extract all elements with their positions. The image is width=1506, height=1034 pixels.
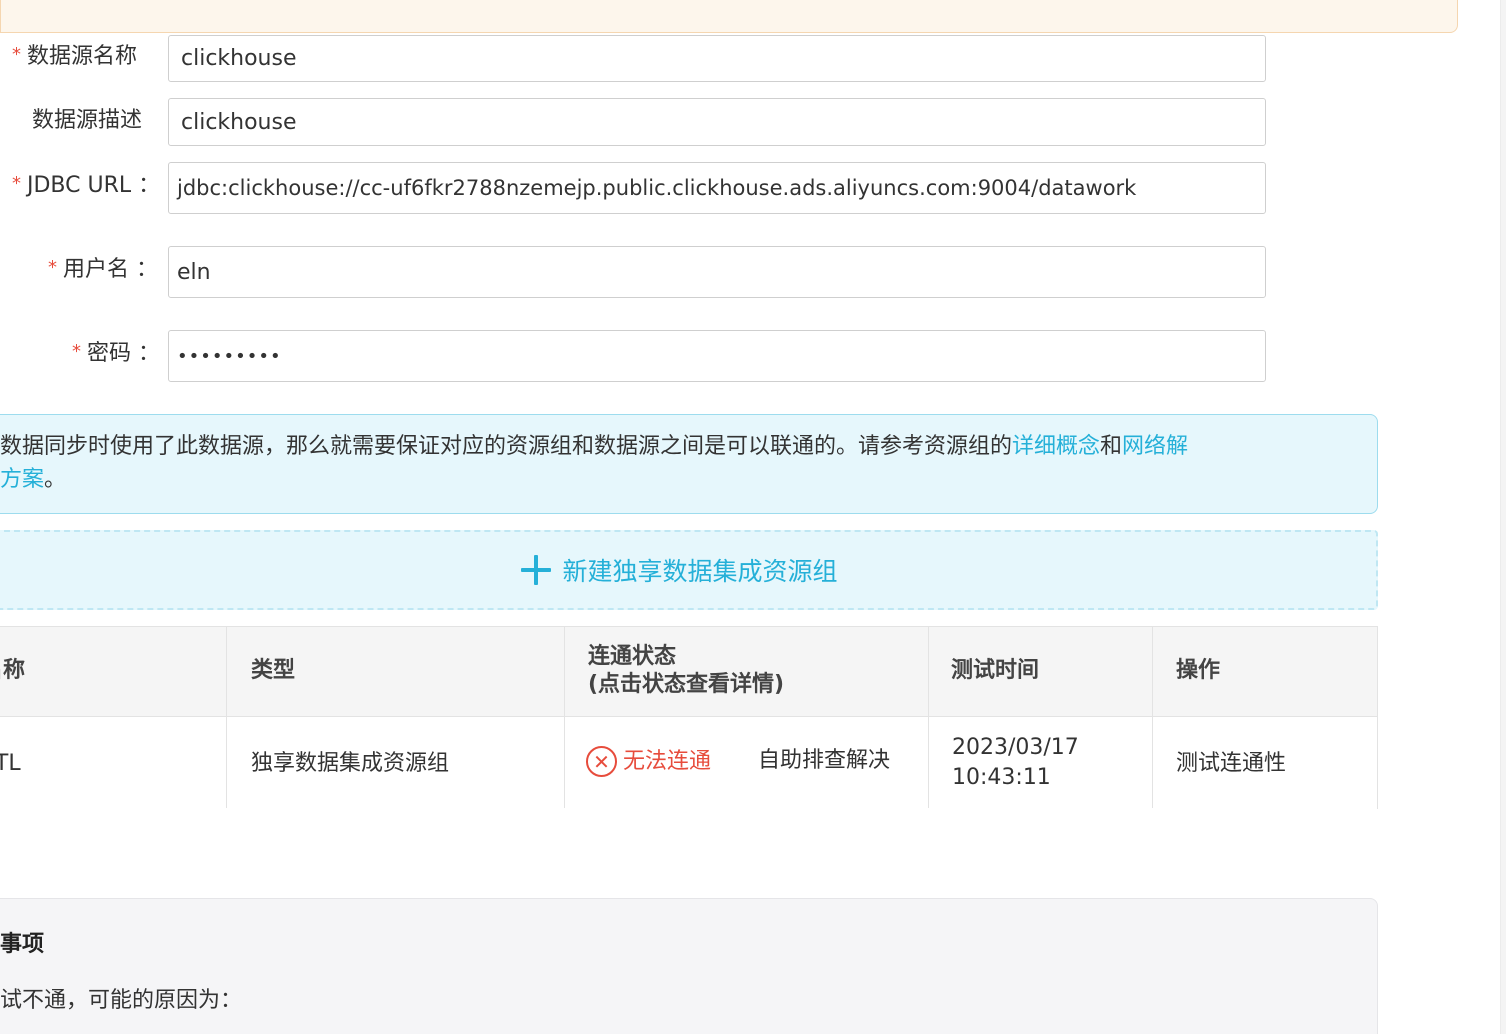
- datasource-name-input[interactable]: clickhouse: [168, 35, 1266, 82]
- connectivity-info-text: 数据同步时使用了此数据源，那么就需要保证对应的资源组和数据源之间是可以联通的。请…: [0, 434, 1189, 459]
- required-mark: *: [72, 341, 81, 362]
- test-time-value: 2023/03/17 10:43:11: [952, 735, 1079, 790]
- add-resource-group-label: 新建独享数据集成资源组: [562, 557, 838, 586]
- plus-icon: [520, 554, 552, 586]
- column-divider: [226, 627, 227, 808]
- column-divider: [928, 627, 929, 808]
- resource-group-table: 名称 类型 连通状态 (点击状态查看详情) 测试时间 操作 ETL 独享数据集成…: [0, 626, 1378, 809]
- column-divider: [1152, 627, 1153, 808]
- error-circle-icon: ✕: [586, 746, 617, 777]
- password-input[interactable]: •••••••••: [168, 330, 1266, 382]
- notes-title: 事项: [0, 932, 45, 957]
- column-divider: [564, 627, 565, 808]
- row-type: 独享数据集成资源组: [251, 751, 450, 776]
- header-status: 连通状态 (点击状态查看详情): [588, 644, 785, 697]
- row-name: ETL: [0, 751, 21, 776]
- required-mark: *: [48, 257, 57, 278]
- concept-link[interactable]: 详细概念: [1012, 434, 1100, 459]
- connection-status[interactable]: ✕ 无法连通: [586, 746, 711, 777]
- required-mark: *: [12, 44, 21, 65]
- username-label: * 用户名 ：: [48, 257, 158, 282]
- top-warning-banner: [0, 0, 1458, 33]
- test-connectivity-link[interactable]: 测试连通性: [1176, 749, 1286, 779]
- jdbc-url-label: * JDBC URL ：: [12, 173, 161, 198]
- datasource-name-label: * 数据源名称: [12, 44, 138, 69]
- add-resource-group-button[interactable]: 新建独享数据集成资源组: [0, 530, 1378, 610]
- network-solution-link[interactable]: 网络解: [1122, 434, 1188, 459]
- header-action: 操作: [1176, 658, 1221, 683]
- scrollbar[interactable]: [1500, 0, 1506, 1034]
- notes-line: 试不通，可能的原因为：: [0, 988, 243, 1013]
- datasource-desc-input[interactable]: clickhouse: [168, 98, 1266, 146]
- network-solution-link-cont[interactable]: 决方案: [0, 467, 44, 492]
- password-label: * 密码 ：: [72, 341, 160, 366]
- header-name: 名称: [0, 658, 26, 683]
- header-test-time: 测试时间: [951, 658, 1040, 683]
- required-mark: *: [12, 173, 21, 194]
- connectivity-info-text-line2: 决方案。: [0, 463, 1298, 496]
- datasource-desc-label: 数据源描述: [32, 108, 143, 133]
- header-type: 类型: [251, 658, 296, 683]
- username-input[interactable]: eln: [168, 246, 1266, 298]
- jdbc-url-input[interactable]: jdbc:clickhouse://cc-uf6fkr2788nzemejp.p…: [168, 162, 1266, 214]
- self-help-troubleshoot-link[interactable]: 自助排查解决: [758, 746, 890, 776]
